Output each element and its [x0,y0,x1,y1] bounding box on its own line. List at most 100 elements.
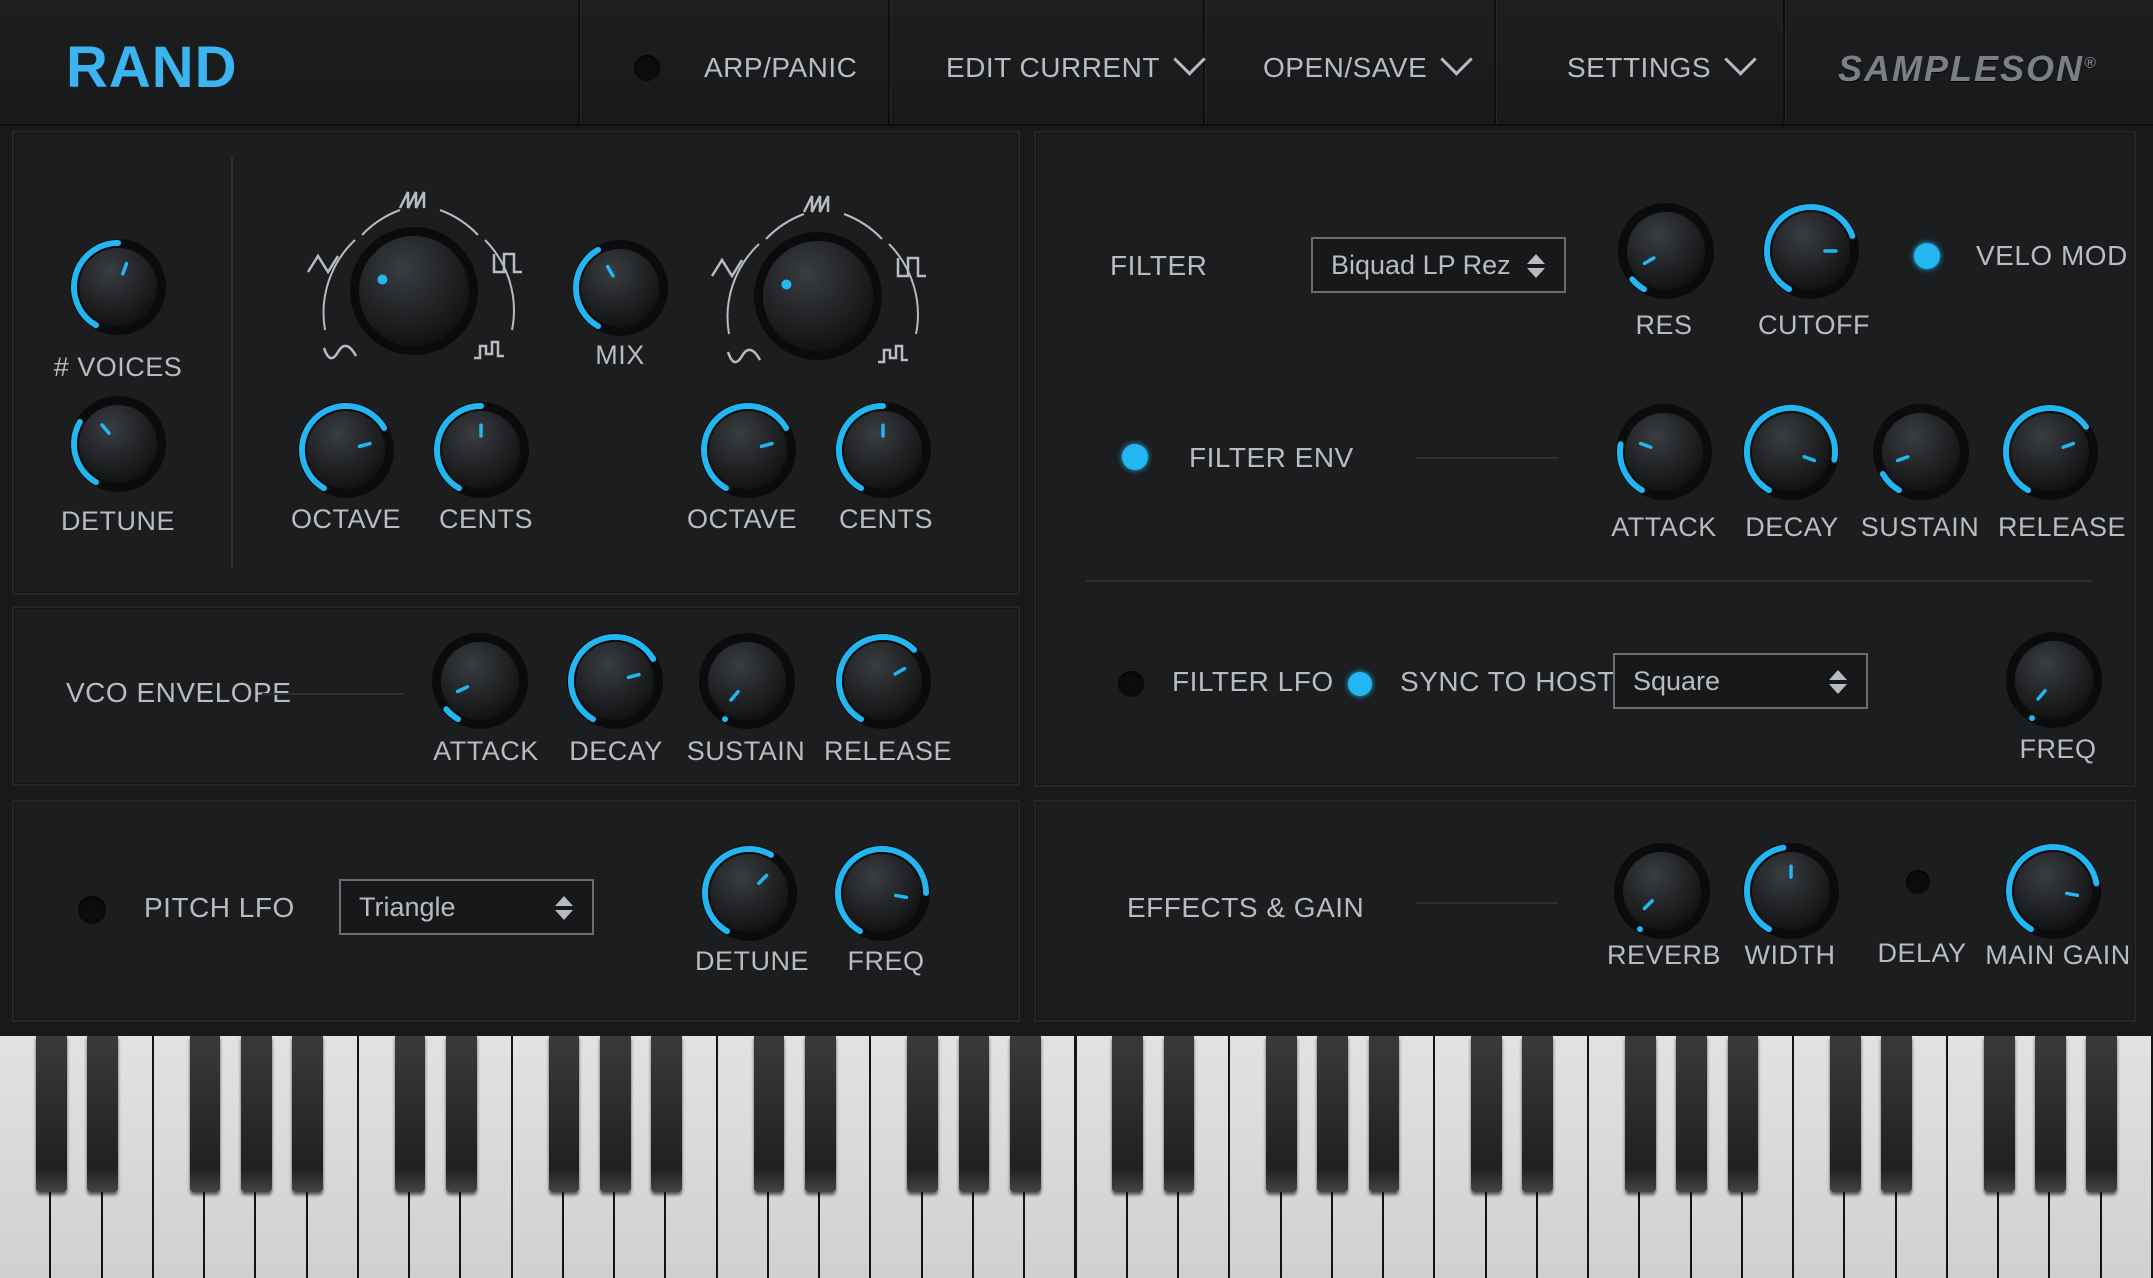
black-key[interactable] [1368,1036,1400,1192]
black-key[interactable] [189,1036,221,1192]
black-key[interactable] [35,1036,67,1192]
pitch-lfo-waveform-select[interactable]: Triangle [339,879,594,935]
detune-knob[interactable] [68,394,168,494]
saw-wave-icon[interactable] [398,191,426,209]
vco-release-label: RELEASE [823,736,953,766]
black-key[interactable] [394,1036,426,1192]
chevron-down-icon [1173,43,1206,76]
black-key[interactable] [548,1036,580,1192]
random-wave-icon[interactable] [878,344,908,364]
delay-toggle[interactable] [1906,870,1930,894]
osc1-waveform-selector[interactable] [300,180,540,380]
effects-rule [1416,902,1558,904]
random-wave-icon[interactable] [474,340,504,360]
width-knob[interactable] [1741,841,1841,941]
settings-menu[interactable]: SETTINGS [1567,43,1757,88]
filter-lfo-waveform-select[interactable]: Square [1613,653,1868,709]
cutoff-label: CUTOFF [1758,310,1870,340]
chevron-down-icon [1724,43,1757,76]
saw-wave-icon[interactable] [802,195,830,213]
black-key[interactable] [240,1036,272,1192]
cutoff-knob[interactable] [1761,201,1861,301]
piano-keyboard[interactable] [0,1036,2153,1278]
width-label: WIDTH [1744,940,1836,970]
pitch-lfo-waveform-value: Triangle [359,892,456,922]
arp-panic-button[interactable]: ARP/PANIC [704,48,857,88]
black-key[interactable] [958,1036,990,1192]
sine-wave-icon[interactable] [726,348,762,364]
vco-release-knob[interactable] [833,631,933,731]
filter-decay-knob[interactable] [1741,402,1841,502]
black-key[interactable] [1522,1036,1554,1192]
edit-current-menu[interactable]: EDIT CURRENT [946,43,1206,88]
black-key[interactable] [1625,1036,1656,1192]
osc2-octave-knob[interactable] [698,400,798,500]
main-gain-knob[interactable] [2003,841,2103,941]
filter-attack-label: ATTACK [1611,512,1717,542]
vco-sustain-label: SUSTAIN [686,736,806,766]
black-key[interactable] [804,1036,836,1192]
edit-current-label: EDIT CURRENT [946,52,1160,83]
black-key[interactable] [1317,1036,1349,1192]
osc2-waveform-selector[interactable] [704,184,944,384]
arp-panic-indicator[interactable] [634,55,660,81]
pitch-lfo-detune-knob[interactable] [699,843,799,943]
pitch-lfo-freq-knob[interactable] [832,843,932,943]
osc1-octave-label: OCTAVE [290,504,402,534]
black-key[interactable] [1266,1036,1297,1192]
pitch-lfo-toggle[interactable] [78,896,106,924]
settings-label: SETTINGS [1567,52,1712,83]
black-key[interactable] [87,1036,118,1192]
black-key[interactable] [445,1036,477,1192]
black-key[interactable] [1471,1036,1502,1192]
black-key[interactable] [1830,1036,1861,1192]
velo-mod-toggle[interactable] [1914,243,1940,269]
osc2-cents-knob[interactable] [833,400,933,500]
black-key[interactable] [1163,1036,1195,1192]
velo-mod-label: VELO MOD [1976,240,2128,271]
black-key[interactable] [651,1036,682,1192]
filter-sustain-knob[interactable] [1871,402,1971,502]
sync-to-host-toggle[interactable] [1348,672,1372,696]
main-gain-label: MAIN GAIN [1985,940,2131,970]
open-save-label: OPEN/SAVE [1263,52,1428,83]
black-key[interactable] [1881,1036,1913,1192]
mix-knob[interactable] [570,238,670,338]
filter-env-rule [1416,457,1558,459]
black-key[interactable] [1727,1036,1759,1192]
filter-env-toggle[interactable] [1122,444,1148,470]
sine-wave-icon[interactable] [322,344,358,360]
reverb-knob[interactable] [1612,841,1712,941]
filter-lfo-freq-knob[interactable] [2004,630,2104,730]
black-key[interactable] [1112,1036,1144,1192]
black-key[interactable] [1983,1036,2015,1192]
osc1-cents-knob[interactable] [431,400,531,500]
black-key[interactable] [1676,1036,1707,1192]
vco-decay-knob[interactable] [565,631,665,731]
vco-sustain-knob[interactable] [697,631,797,731]
black-key[interactable] [753,1036,785,1192]
osc1-octave-knob[interactable] [296,400,396,500]
res-knob[interactable] [1616,201,1716,301]
filter-type-select[interactable]: Biquad LP Rez [1311,237,1566,293]
open-save-menu[interactable]: OPEN/SAVE [1263,43,1474,88]
vco-decay-label: DECAY [569,736,663,766]
filter-release-knob[interactable] [2000,402,2100,502]
brand-text: SAMPLESON [1838,48,2085,89]
black-key[interactable] [2086,1036,2118,1192]
black-key[interactable] [1009,1036,1041,1192]
black-key[interactable] [2035,1036,2066,1192]
voices-label: # VOICES [53,352,183,382]
vco-attack-knob[interactable] [430,631,530,731]
osc2-octave-label: OCTAVE [686,504,798,534]
black-key[interactable] [907,1036,939,1192]
voices-knob[interactable] [68,237,168,337]
filter-lfo-toggle[interactable] [1118,671,1144,697]
filter-env-title: FILTER ENV [1189,442,1354,473]
header-bar: RAND ARP/PANIC EDIT CURRENT OPEN/SAVE SE… [0,0,2153,126]
black-key[interactable] [599,1036,631,1192]
registered-mark: ® [2084,55,2098,72]
select-arrows-icon [555,896,573,920]
filter-attack-knob[interactable] [1614,402,1714,502]
black-key[interactable] [292,1036,323,1192]
